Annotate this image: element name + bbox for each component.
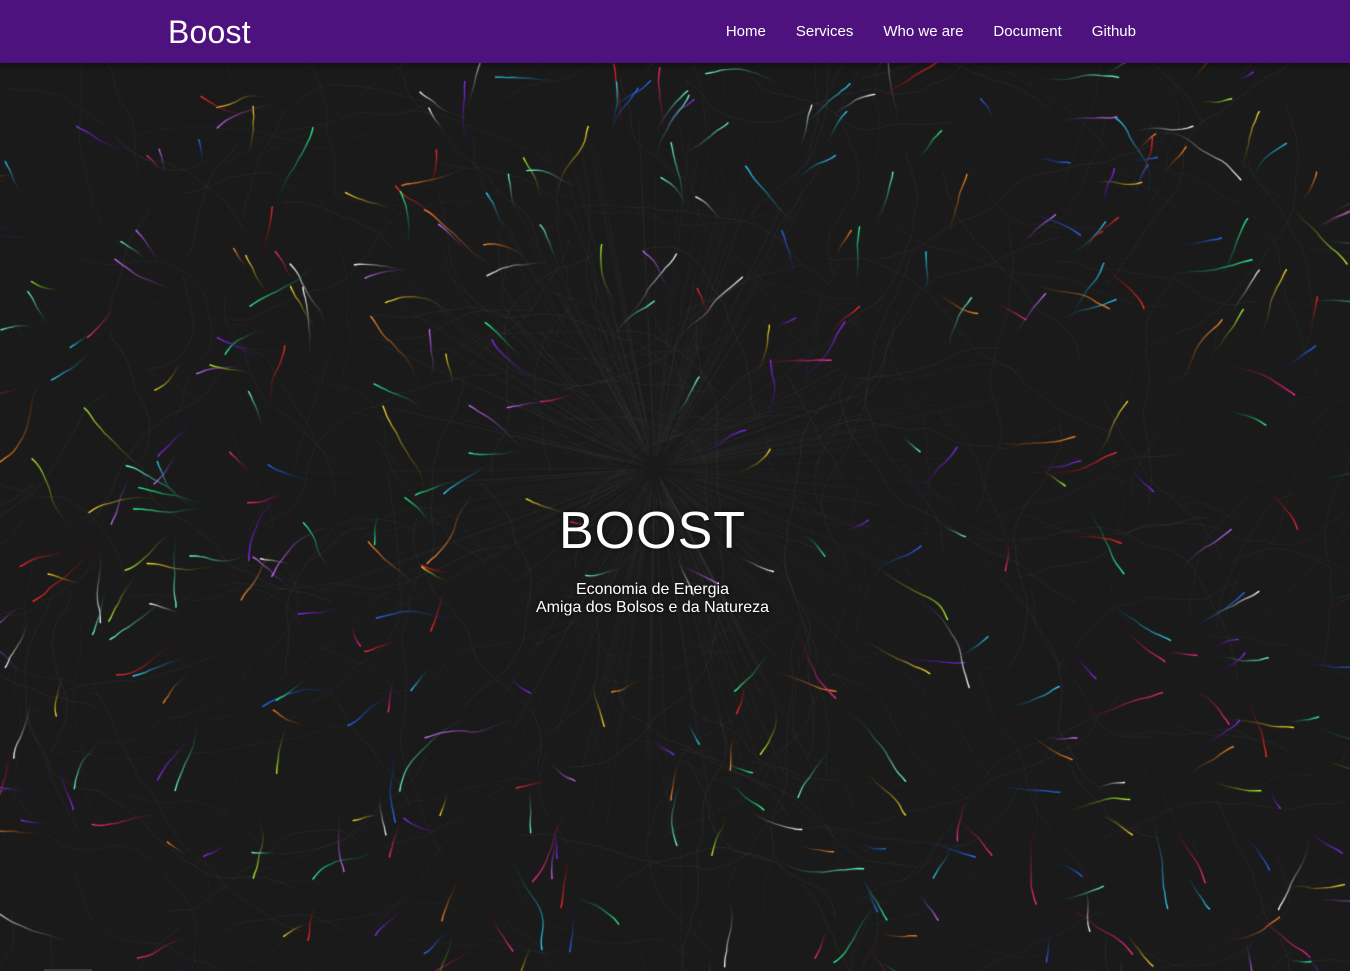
- nav-link-services[interactable]: Services: [796, 23, 854, 40]
- hero-title: BOOST: [558, 502, 747, 560]
- nav-item-github: Github: [1092, 23, 1136, 41]
- nav-link-who-we-are[interactable]: Who we are: [883, 23, 963, 40]
- nav-item-services: Services: [796, 23, 854, 41]
- hero-content: BOOST Economia de Energia Amiga dos Bols…: [0, 501, 1305, 617]
- nav-link-github[interactable]: Github: [1092, 23, 1136, 40]
- hero-subtitle-line-1: Economia de Energia: [576, 581, 729, 598]
- nav-link-home[interactable]: Home: [726, 23, 766, 40]
- hero-subtitle-line-2: Amiga dos Bolsos e da Natureza: [535, 599, 769, 616]
- nav-links: Home Services Who we are Document Github: [696, 0, 1136, 63]
- brand-logo-link[interactable]: Boost: [168, 12, 251, 52]
- hero-section: BOOST Economia de Energia Amiga dos Bols…: [0, 63, 1350, 971]
- nav-item-document: Document: [993, 23, 1061, 41]
- nav-item-who-we-are: Who we are: [883, 23, 963, 41]
- nav-link-document[interactable]: Document: [993, 23, 1061, 40]
- top-navbar: Boost Home Services Who we are Document …: [0, 0, 1350, 63]
- nav-item-home: Home: [726, 23, 766, 41]
- hero-subtitle: Economia de Energia Amiga dos Bolsos e d…: [0, 581, 1305, 617]
